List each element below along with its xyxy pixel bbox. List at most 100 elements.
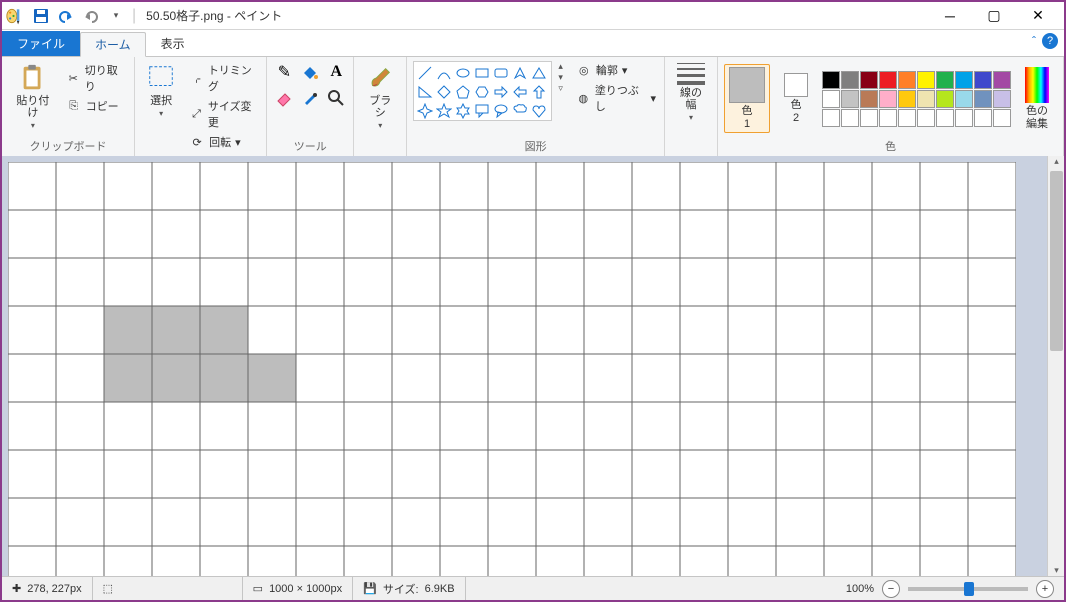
shape-arrow-r[interactable] (493, 84, 509, 100)
quick-access-toolbar: ▾ | (30, 5, 138, 27)
shape-arrow-u[interactable] (531, 84, 547, 100)
color-swatch[interactable] (879, 71, 897, 89)
fill-tool[interactable] (299, 61, 321, 83)
color-swatch[interactable] (860, 90, 878, 108)
select-button[interactable]: 選択 (141, 61, 181, 120)
shape-hexagon[interactable] (474, 84, 490, 100)
color-swatch[interactable] (917, 71, 935, 89)
color-swatch[interactable] (898, 109, 916, 127)
color-swatch[interactable] (879, 109, 897, 127)
magnifier-tool[interactable] (325, 87, 347, 109)
tab-home[interactable]: ホーム (80, 32, 146, 57)
color-swatch[interactable] (841, 90, 859, 108)
help-button[interactable]: ? (1042, 33, 1058, 49)
group-tools: ✎ A ツール (267, 57, 354, 156)
window-controls: ─ ▢ ✕ (928, 3, 1060, 29)
maximize-button[interactable]: ▢ (972, 3, 1016, 29)
color-swatch[interactable] (974, 90, 992, 108)
shape-arrow-l[interactable] (512, 84, 528, 100)
resize-button[interactable]: ⤢サイズ変更 (187, 97, 260, 131)
zoom-level: 100% (846, 583, 874, 595)
color-swatch[interactable] (860, 109, 878, 127)
color-swatch[interactable] (955, 90, 973, 108)
shapes-gallery[interactable] (413, 61, 552, 121)
color-swatch[interactable] (993, 90, 1011, 108)
color-swatch[interactable] (841, 71, 859, 89)
tab-view[interactable]: 表示 (146, 31, 200, 56)
redo-button[interactable] (80, 5, 102, 27)
color-swatch[interactable] (993, 71, 1011, 89)
shape-pentagon[interactable] (455, 84, 471, 100)
save-button[interactable] (30, 5, 52, 27)
color-swatch[interactable] (822, 109, 840, 127)
paste-button[interactable]: 貼り付け (8, 61, 58, 132)
copy-button[interactable]: ⎘コピー (64, 97, 128, 115)
crop-button[interactable]: ⌌トリミング (187, 61, 260, 95)
color-swatch[interactable] (879, 90, 897, 108)
shape-outline-button[interactable]: ◎輪郭 ▾ (574, 61, 658, 79)
color-swatch[interactable] (917, 109, 935, 127)
shape-callout-oval[interactable] (493, 103, 509, 119)
line-width-button[interactable]: 線の幅 (671, 61, 711, 124)
shape-line[interactable] (417, 65, 433, 81)
shape-rtriangle[interactable] (417, 84, 433, 100)
zoom-slider[interactable] (908, 587, 1028, 591)
outline-icon: ◎ (576, 64, 592, 77)
color-swatch[interactable] (898, 71, 916, 89)
eraser-tool[interactable] (273, 87, 295, 109)
brushes-button[interactable]: ブラシ (360, 61, 400, 132)
shape-star6[interactable] (455, 103, 471, 119)
text-tool[interactable]: A (325, 61, 347, 83)
color-swatch[interactable] (898, 90, 916, 108)
shape-star4[interactable] (417, 103, 433, 119)
shape-curve[interactable] (436, 65, 452, 81)
color-swatch[interactable] (936, 109, 954, 127)
zoom-out-button[interactable]: − (882, 580, 900, 598)
color-swatch[interactable] (955, 109, 973, 127)
color-palette (822, 71, 1011, 127)
color-swatch[interactable] (822, 71, 840, 89)
shapes-gallery-scroll[interactable]: ▴▾▿ (558, 61, 568, 94)
color-swatch[interactable] (993, 109, 1011, 127)
shape-star5[interactable] (436, 103, 452, 119)
group-image: 選択 ⌌トリミング ⤢サイズ変更 ⟳回転 ▾ イメージ (135, 57, 267, 156)
crop-icon: ⌌ (189, 72, 204, 85)
zoom-in-button[interactable]: + (1036, 580, 1054, 598)
shape-fill-button[interactable]: ◍塗りつぶし ▾ (574, 81, 658, 115)
shape-heart[interactable] (531, 103, 547, 119)
shape-callout-cloud[interactable] (512, 103, 528, 119)
minimize-button[interactable]: ─ (928, 3, 972, 29)
app-icon (6, 6, 26, 26)
cut-button[interactable]: ✂切り取り (64, 61, 128, 95)
shape-oval[interactable] (455, 65, 471, 81)
rotate-button[interactable]: ⟳回転 ▾ (187, 133, 260, 151)
shape-rect[interactable] (474, 65, 490, 81)
color-swatch[interactable] (936, 71, 954, 89)
customize-qa-button[interactable]: ▾ (105, 5, 127, 27)
shape-polygon[interactable] (512, 65, 528, 81)
color-swatch[interactable] (955, 71, 973, 89)
color1-button[interactable]: 色 1 (724, 64, 770, 132)
tab-file[interactable]: ファイル (2, 31, 80, 56)
shape-diamond[interactable] (436, 84, 452, 100)
color-swatch[interactable] (936, 90, 954, 108)
color-swatch[interactable] (917, 90, 935, 108)
color-picker-tool[interactable] (299, 87, 321, 109)
color-swatch[interactable] (860, 71, 878, 89)
group-brushes: ブラシ (354, 57, 407, 156)
canvas[interactable] (8, 162, 1016, 576)
color-swatch[interactable] (841, 109, 859, 127)
color-swatch[interactable] (974, 109, 992, 127)
ribbon-collapse-button[interactable]: ˆ (1032, 34, 1036, 48)
color-swatch[interactable] (974, 71, 992, 89)
undo-button[interactable] (55, 5, 77, 27)
close-button[interactable]: ✕ (1016, 3, 1060, 29)
pencil-tool[interactable]: ✎ (273, 61, 295, 83)
color2-button[interactable]: 色 2 (776, 71, 816, 125)
vertical-scrollbar[interactable] (1047, 156, 1064, 576)
edit-colors-button[interactable]: 色の 編集 (1017, 65, 1057, 131)
shape-callout-rect[interactable] (474, 103, 490, 119)
color-swatch[interactable] (822, 90, 840, 108)
shape-roundrect[interactable] (493, 65, 509, 81)
shape-triangle[interactable] (531, 65, 547, 81)
